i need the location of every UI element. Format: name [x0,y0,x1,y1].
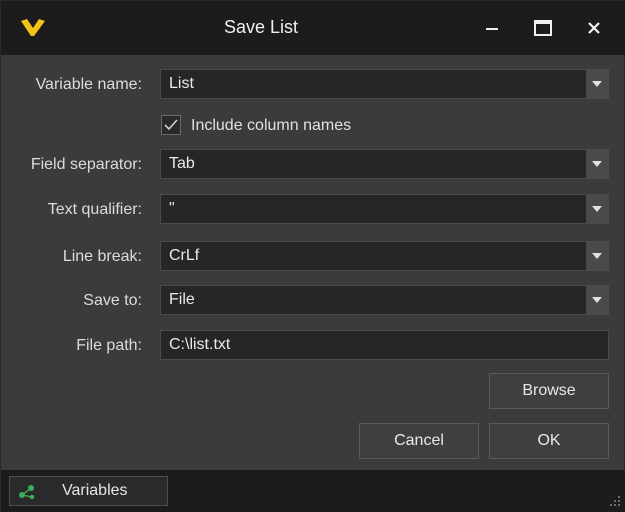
variable-name-dropdown-button[interactable] [586,70,608,98]
ok-button[interactable]: OK [489,423,609,459]
chevron-down-icon [592,297,602,303]
field-separator-value: Tab [169,155,195,172]
title-bar[interactable]: Save List [1,1,625,55]
file-path-input[interactable]: C:\list.txt [160,330,609,360]
maximize-button[interactable] [527,13,559,43]
include-column-names-checkbox[interactable] [161,115,181,135]
chevron-down-icon [592,161,602,167]
checkmark-icon [164,119,178,131]
cancel-button[interactable]: Cancel [359,423,479,459]
chevron-down-icon [592,81,602,87]
text-qualifier-value: " [169,200,175,217]
field-separator-dropdown-button[interactable] [586,150,608,178]
text-qualifier-dropdown-button[interactable] [586,195,608,223]
variable-name-combobox[interactable]: List [160,69,609,99]
minimize-button[interactable] [476,13,508,43]
close-icon [588,22,600,34]
line-break-dropdown-button[interactable] [586,242,608,270]
window-title: Save List [223,17,299,37]
line-break-value: CrLf [169,247,200,264]
save-to-value: File [169,291,195,308]
line-break-label: Line break: [62,248,142,265]
file-path-value: C:\list.txt [169,336,231,353]
text-qualifier-combobox[interactable]: " [160,194,609,224]
field-separator-combobox[interactable]: Tab [160,149,609,179]
minimize-icon [486,28,498,30]
close-button[interactable] [578,13,610,43]
text-qualifier-label: Text qualifier: [47,201,142,218]
variables-icon [19,485,35,500]
field-separator-label: Field separator: [30,156,142,173]
browse-button[interactable]: Browse [489,373,609,409]
chevron-down-icon [592,206,602,212]
maximize-icon [534,20,552,36]
status-bar: Variables [1,470,625,512]
file-path-label: File path: [76,337,142,354]
chevron-down-icon [592,253,602,259]
save-to-dropdown-button[interactable] [586,286,608,314]
variables-tab[interactable]: Variables [9,476,168,506]
resize-grip-icon[interactable] [608,494,622,508]
save-to-combobox[interactable]: File [160,285,609,315]
save-to-label: Save to: [83,292,142,309]
variables-tab-label: Variables [62,482,128,499]
variable-name-label: Variable name: [35,76,142,93]
variable-name-value: List [169,75,194,92]
line-break-combobox[interactable]: CrLf [160,241,609,271]
save-list-dialog: Save List Variable name: List Include co… [0,0,625,512]
include-column-names-label[interactable]: Include column names [191,117,351,135]
